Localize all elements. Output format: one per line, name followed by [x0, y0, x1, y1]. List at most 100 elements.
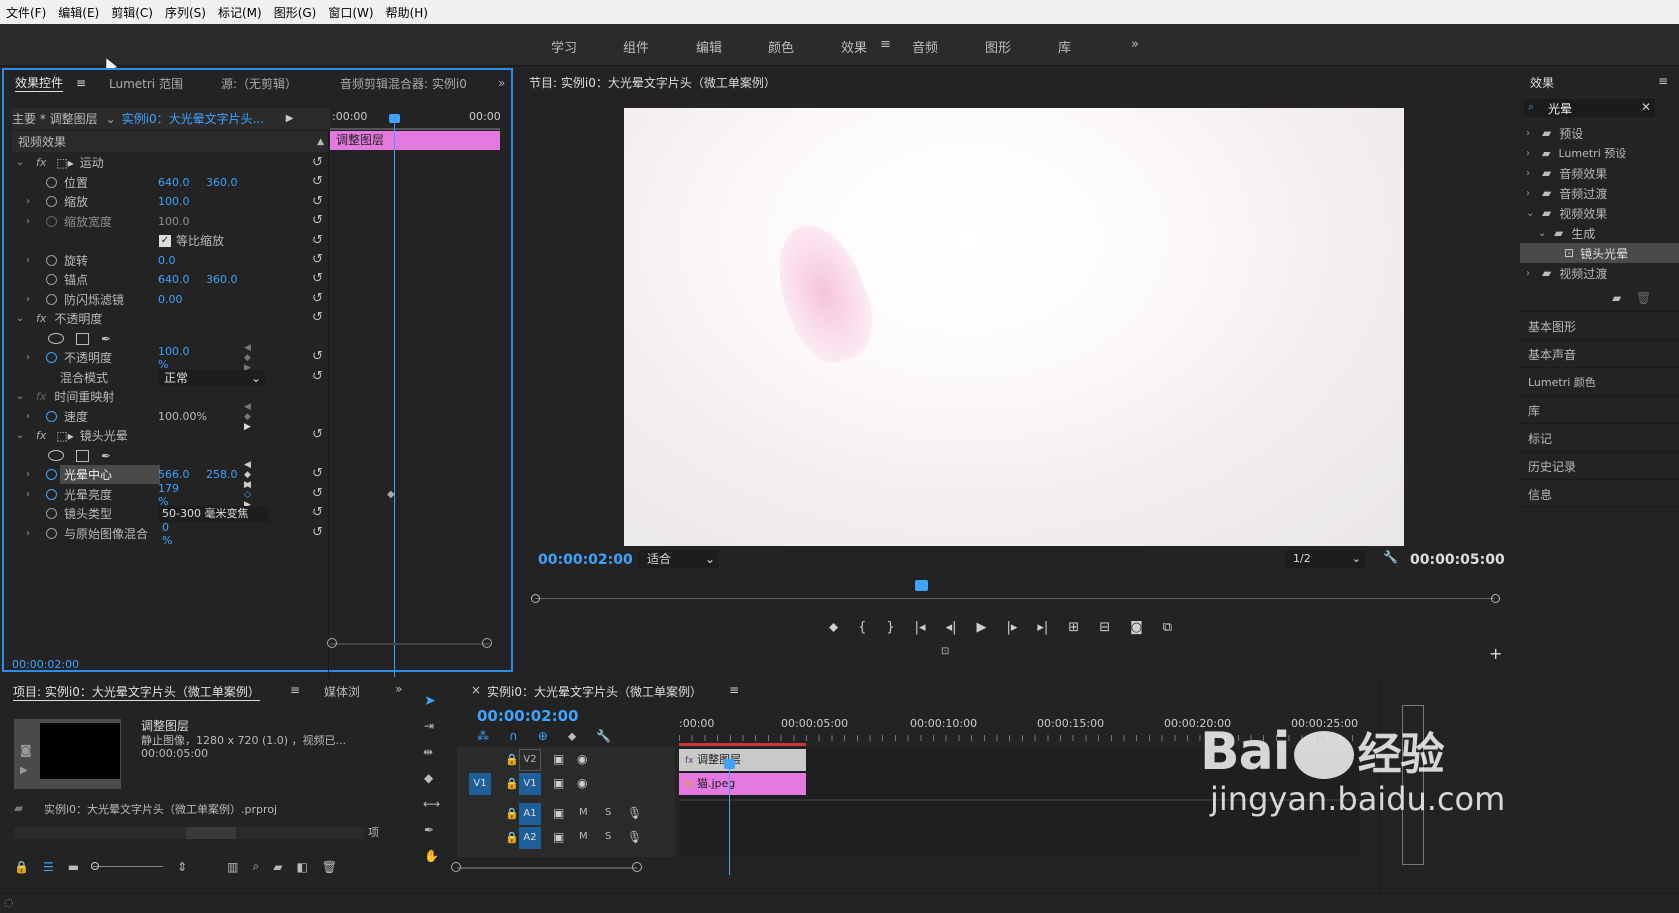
program-video-frame[interactable]: [624, 108, 1404, 546]
stopwatch-active-icon[interactable]: [46, 469, 57, 480]
tree-item-lumetri-presets[interactable]: › ▰ Lumetri 预设: [1520, 143, 1679, 163]
tree-item-video-effects[interactable]: ⌄ ▰ 视频效果: [1520, 203, 1679, 223]
reset-flare-center-icon[interactable]: ↺: [312, 466, 323, 481]
workspace-menu-icon[interactable]: ≡: [880, 37, 891, 52]
add-marker-icon[interactable]: ⬥: [568, 729, 576, 744]
scrubber-start-handle[interactable]: [531, 594, 540, 603]
collapse-chevron-icon[interactable]: ⌄: [16, 391, 26, 402]
lock-icon[interactable]: 🔒: [505, 777, 519, 790]
expand-chevron-icon[interactable]: ›: [26, 255, 36, 266]
compare-icon[interactable]: ⧉: [1163, 620, 1172, 635]
lens-type-select[interactable]: 50-300 毫米变焦: [158, 505, 268, 522]
workspace-effects[interactable]: 效果: [841, 37, 867, 56]
panel-libraries[interactable]: 库: [1520, 395, 1679, 423]
tree-item-audio-transitions[interactable]: › ▰ 音频过渡: [1520, 183, 1679, 203]
razor-tool-icon[interactable]: ◆: [424, 771, 433, 785]
sequence-dropdown-icon[interactable]: ⌄: [106, 112, 116, 126]
new-bin-icon[interactable]: ▰: [273, 860, 282, 874]
timeline-playhead[interactable]: [724, 759, 735, 769]
lens-flare-row[interactable]: ⌄ fx ⬚▸ 镜头光晕: [12, 425, 128, 446]
solo-button[interactable]: S: [605, 831, 611, 842]
mini-zoom-bar[interactable]: [330, 643, 490, 645]
tab-audio-clip-mixer[interactable]: 音频剪辑混合器: 实例i0: [340, 75, 480, 92]
expand-chevron-icon[interactable]: ›: [26, 294, 36, 305]
collapse-chevron-icon[interactable]: ⌄: [1538, 228, 1548, 239]
lift-icon[interactable]: ⊞: [1068, 620, 1079, 635]
sync-icon[interactable]: ▣: [553, 776, 564, 790]
reset-lens-type-icon[interactable]: ↺: [312, 505, 323, 520]
microphone-icon[interactable]: 🎙: [627, 806, 642, 820]
workspace-editing[interactable]: 编辑: [696, 37, 722, 56]
panel-menu-icon[interactable]: ≡: [290, 683, 300, 697]
list-view-icon[interactable]: ☰: [43, 860, 54, 874]
panel-menu-icon[interactable]: ≡: [76, 76, 86, 90]
menu-help[interactable]: 帮助(H): [380, 4, 434, 21]
track-target-a1[interactable]: A1: [519, 803, 541, 825]
expand-chevron-icon[interactable]: ›: [26, 196, 36, 207]
motion-row[interactable]: ⌄ fx ⬚▸ 运动: [12, 152, 104, 173]
expand-chevron-icon[interactable]: ›: [1526, 168, 1536, 179]
effect-controls-timecode[interactable]: 00:00:02:00: [12, 658, 79, 671]
flare-center-x-value[interactable]: 566.0: [158, 468, 190, 481]
mark-in-icon[interactable]: {: [858, 620, 866, 635]
stopwatch-icon[interactable]: [46, 255, 57, 266]
panel-lumetri-color[interactable]: Lumetri 颜色: [1520, 367, 1679, 395]
nest-icon[interactable]: ⁂: [477, 729, 489, 744]
pen-mask-icon[interactable]: ✒: [101, 332, 111, 346]
reset-opacity-icon[interactable]: ↺: [312, 349, 323, 364]
button-editor-icon[interactable]: +: [1489, 644, 1502, 663]
reset-position-icon[interactable]: ↺: [312, 174, 323, 189]
tree-item-presets[interactable]: › ▰ 预设: [1520, 123, 1679, 143]
scroll-up-icon[interactable]: ▲: [317, 137, 324, 147]
fit-select[interactable]: 适合 ⌄: [639, 550, 719, 568]
panel-info[interactable]: 信息: [1520, 479, 1679, 507]
zoom-handle-left[interactable]: [451, 862, 461, 872]
play-thumbnail-icon[interactable]: ▶: [20, 765, 28, 776]
zoom-handle-left[interactable]: [327, 638, 337, 648]
reset-lens-flare-icon[interactable]: ↺: [312, 427, 323, 442]
source-patch-v1[interactable]: V1: [469, 773, 491, 795]
go-to-out-icon[interactable]: ▸|: [1037, 620, 1048, 635]
tree-item-generate[interactable]: ⌄ ▰ 生成: [1520, 223, 1679, 243]
reset-motion-icon[interactable]: ↺: [312, 155, 323, 170]
tree-item-audio-effects[interactable]: › ▰ 音频效果: [1520, 163, 1679, 183]
workspace-graphics[interactable]: 图形: [985, 37, 1011, 56]
stopwatch-active-icon[interactable]: [46, 489, 57, 500]
ellipse-mask-icon[interactable]: [48, 450, 64, 461]
snap-icon[interactable]: ∩: [509, 729, 518, 744]
expand-chevron-icon[interactable]: ›: [1526, 128, 1536, 139]
icon-view-icon[interactable]: ▬: [68, 860, 79, 874]
flare-center-y-value[interactable]: 258.0: [206, 468, 238, 481]
lock-icon[interactable]: 🔒: [505, 831, 519, 844]
sync-icon[interactable]: ▣: [553, 830, 564, 844]
ellipse-mask-icon[interactable]: [48, 333, 64, 344]
workspace-audio[interactable]: 音频: [912, 37, 938, 56]
collapse-chevron-icon[interactable]: ⌄: [16, 313, 26, 324]
collapse-chevron-icon[interactable]: ⌄: [1526, 208, 1536, 219]
collapse-chevron-icon[interactable]: ⌄: [16, 157, 26, 168]
expand-chevron-icon[interactable]: ›: [1526, 188, 1536, 199]
wrench-icon[interactable]: 🔧: [1383, 550, 1398, 564]
mute-button[interactable]: M: [579, 831, 588, 842]
panel-menu-icon[interactable]: ≡: [729, 683, 739, 697]
expand-chevron-icon[interactable]: ›: [1526, 268, 1536, 279]
scrollbar-thumb[interactable]: [186, 827, 236, 839]
reset-blend-original-icon[interactable]: ↺: [312, 525, 323, 540]
anchor-x-value[interactable]: 640.0: [158, 273, 190, 286]
reset-flare-brightness-icon[interactable]: ↺: [312, 486, 323, 501]
close-sequence-icon[interactable]: ×: [471, 683, 481, 697]
cat-image-clip[interactable]: fx 猫.jpeg: [679, 773, 806, 795]
sync-icon[interactable]: ▣: [553, 752, 564, 766]
scale-value[interactable]: 100.0: [158, 195, 190, 208]
workspace-libraries[interactable]: 库: [1058, 37, 1071, 56]
reset-scale-width-icon[interactable]: ↺: [312, 213, 323, 228]
new-bin-icon[interactable]: ▰: [1612, 291, 1621, 305]
anchor-y-value[interactable]: 360.0: [206, 273, 238, 286]
extract-icon[interactable]: ⊟: [1099, 620, 1110, 635]
mark-out-icon[interactable]: }: [886, 620, 894, 635]
zoom-slider[interactable]: [91, 862, 164, 870]
menu-graphics[interactable]: 图形(G): [268, 4, 323, 21]
zoom-handle-right[interactable]: [632, 862, 642, 872]
settings-wrench-icon[interactable]: 🔧: [596, 729, 611, 744]
program-scrubber[interactable]: [535, 598, 1495, 599]
